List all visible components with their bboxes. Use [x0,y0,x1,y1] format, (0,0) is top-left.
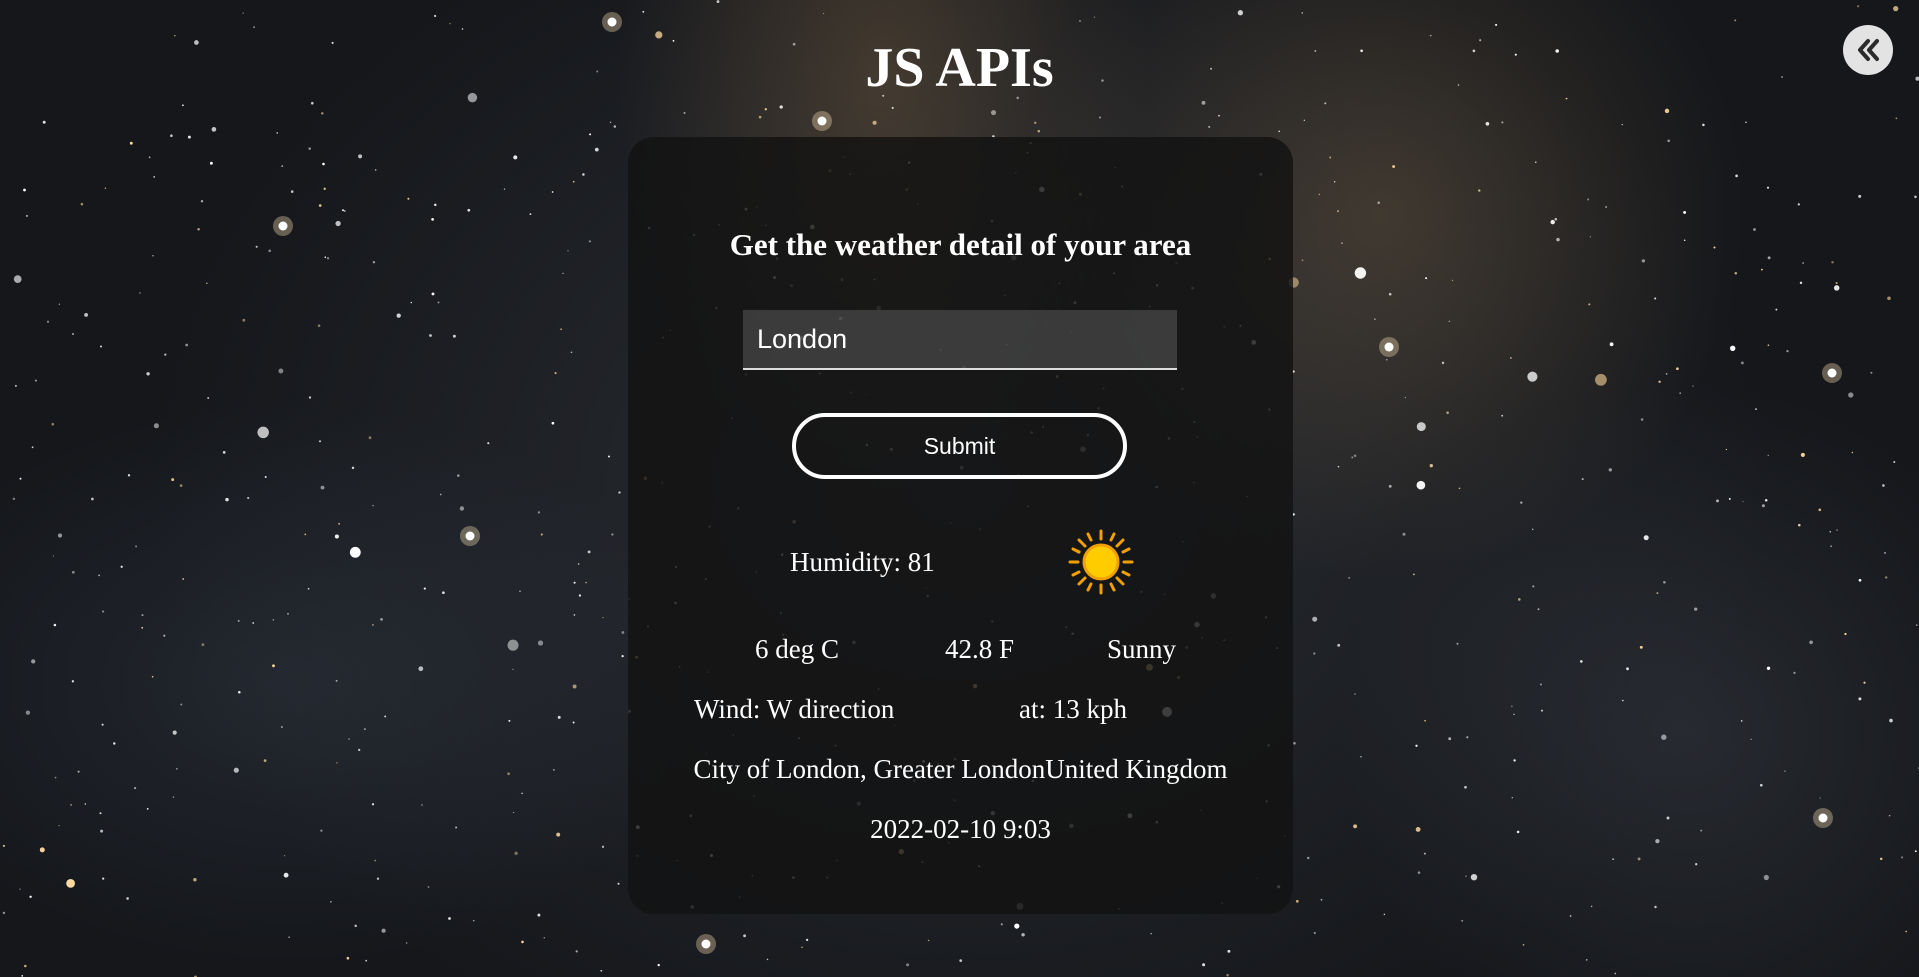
city-search-input[interactable] [743,310,1177,370]
temperature-fahrenheit: 42.8 F [945,634,1015,664]
wind-speed: at: 13 kph [1019,694,1127,724]
location-text: City of London, Greater LondonUnited Kin… [693,754,1228,784]
sun-icon [1068,529,1134,595]
temperature-celsius: 6 deg C [755,634,839,664]
humidity-text: Humidity: 81 [790,547,935,577]
local-time: 2022-02-10 9:03 [870,814,1051,844]
double-chevron-left-icon [1858,39,1879,61]
card-heading: Get the weather detail of your area [729,227,1192,262]
condition-text: Sunny [1107,634,1177,664]
collapse-button[interactable] [1843,25,1893,75]
page-title: JS APIs [865,37,1054,99]
wind-direction: Wind: W direction [694,694,895,724]
submit-button[interactable]: Submit [792,413,1127,479]
weather-card: Get the weather detail of your area Subm… [628,137,1293,914]
